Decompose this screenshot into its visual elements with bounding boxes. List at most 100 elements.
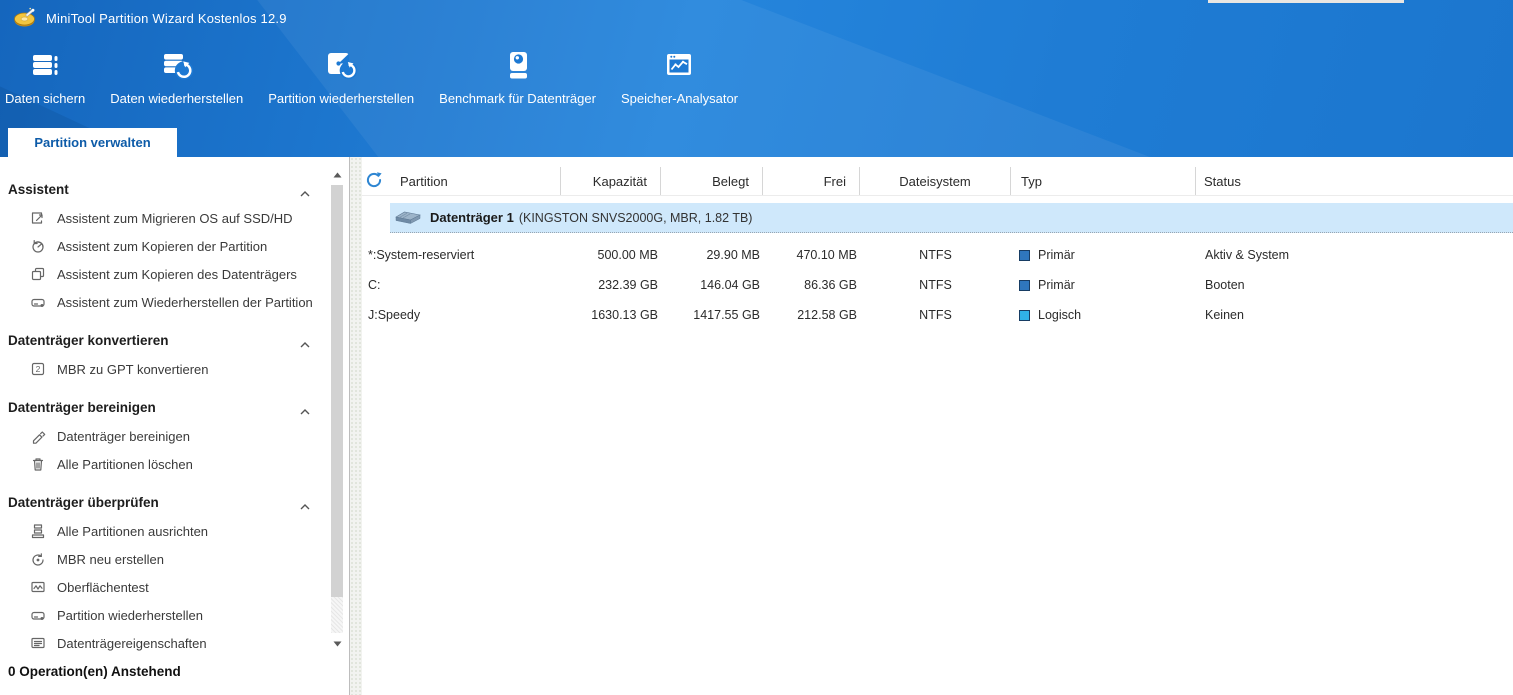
sidebar-section-items: Alle Partitionen ausrichten MBR neu erst… [0, 512, 324, 657]
cell-status: Aktiv & System [1205, 248, 1290, 262]
cell-used: 29.90 MB [706, 248, 760, 262]
partition-row-j-speedy[interactable]: J:Speedy 1630.13 GB 1417.55 GB 212.58 GB… [362, 300, 1513, 330]
disk-row-datentraeger-1[interactable]: Datenträger 1 (KINGSTON SNVS2000G, MBR, … [390, 203, 1513, 233]
sidebar-item-label: Datenträger bereinigen [57, 428, 190, 444]
tab-partition-verwalten[interactable]: Partition verwalten [8, 128, 177, 157]
cell-capacity: 232.39 GB [598, 278, 658, 292]
column-header-frei[interactable]: Frei [763, 167, 860, 195]
copy-disk-wizard-icon [30, 266, 46, 282]
scrollbar-up-arrow[interactable] [332, 170, 343, 180]
partition-type-label: Primär [1038, 278, 1075, 292]
sidebar-item-label: Assistent zum Kopieren der Partition [57, 238, 268, 254]
toolbar-button-disk-benchmark[interactable]: Benchmark für Datenträger [439, 36, 596, 106]
space-analyzer-icon [662, 47, 696, 84]
sidebar: Assistent Assistent zum Migrieren OS auf… [0, 157, 349, 695]
sidebar-item-partition-recovery[interactable]: Partition wiederherstellen [0, 601, 324, 629]
sidebar-item-partition-recovery-wizard[interactable]: Assistent zum Wiederherstellen der Parti… [0, 288, 324, 316]
sidebar-item-surface-test[interactable]: Oberflächentest [0, 573, 324, 601]
cell-filesystem: NTFS [919, 248, 952, 262]
sidebar-scroll-area: Assistent Assistent zum Migrieren OS auf… [0, 157, 324, 657]
sidebar-scrollbar [330, 157, 345, 657]
main-panel: Partition Kapazität Belegt Frei Dateisys… [362, 157, 1513, 695]
app-window: MiniTool Partition Wizard Kostenlos 12.9… [0, 0, 1513, 695]
minitool-logo-icon [13, 6, 37, 30]
sidebar-section-bereinigen: Datenträger bereinigen Datenträger berei… [0, 397, 324, 478]
restore-partition-icon [324, 47, 358, 84]
surface-test-icon [30, 579, 46, 595]
toolbar-button-space-analyzer[interactable]: Speicher-Analysator [621, 36, 738, 106]
scrollbar-thumb[interactable] [331, 185, 343, 597]
sidebar-section-header-ueberpruefen[interactable]: Datenträger überprüfen [0, 492, 324, 512]
sidebar-item-copy-disk-wizard[interactable]: Assistent zum Kopieren des Datenträgers [0, 260, 324, 288]
partition-recovery-wizard-icon [30, 294, 46, 310]
wipe-disk-icon [30, 428, 46, 444]
cell-capacity: 500.00 MB [597, 248, 658, 262]
column-header-belegt[interactable]: Belegt [661, 167, 763, 195]
partition-type-square [1019, 279, 1030, 291]
partition-row-system-reserviert[interactable]: *:System-reserviert 500.00 MB 29.90 MB 4… [362, 240, 1513, 270]
restore-data-icon [160, 47, 194, 84]
column-header-typ[interactable]: Typ [1011, 167, 1196, 195]
toolbar-button-label: Daten wiederherstellen [110, 91, 244, 106]
toolbar-button-restore-partition[interactable]: Partition wiederherstellen [268, 36, 414, 106]
window-title: MiniTool Partition Wizard Kostenlos 12.9 [46, 10, 287, 26]
partition-type-label: Primär [1038, 248, 1075, 262]
toolbar-button-backup-data[interactable]: Daten sichern [5, 36, 85, 106]
scrollbar-down-arrow[interactable] [332, 639, 343, 649]
sidebar-section-assistent: Assistent Assistent zum Migrieren OS auf… [0, 179, 324, 316]
cell-filesystem: NTFS [919, 278, 952, 292]
sidebar-item-align-partitions[interactable]: Alle Partitionen ausrichten [0, 517, 324, 545]
column-header-dateisystem[interactable]: Dateisystem [860, 167, 1011, 195]
sidebar-section-items: Assistent zum Migrieren OS auf SSD/HD As… [0, 199, 324, 316]
cell-type: Logisch [1011, 300, 1196, 330]
sidebar-section-items: Datenträger bereinigen Alle Partitionen … [0, 417, 324, 478]
cell-status: Booten [1205, 278, 1245, 292]
chevron-up-icon [300, 498, 310, 513]
sidebar-item-mbr-to-gpt[interactable]: 2 MBR zu GPT konvertieren [0, 355, 324, 383]
cell-free: 212.58 GB [797, 308, 857, 322]
partition-type-label: Logisch [1038, 308, 1082, 322]
sidebar-section-header-bereinigen[interactable]: Datenträger bereinigen [0, 397, 324, 417]
partition-recovery-icon [30, 607, 46, 623]
sidebar-item-label: Alle Partitionen löschen [57, 456, 193, 472]
chevron-up-icon [300, 336, 310, 351]
sidebar-section-header-konvertieren[interactable]: Datenträger konvertieren [0, 330, 324, 350]
section-title: Datenträger überprüfen [8, 494, 159, 510]
tab-label: Partition verwalten [34, 135, 151, 150]
sidebar-item-copy-partition-wizard[interactable]: Assistent zum Kopieren der Partition [0, 232, 324, 260]
sidebar-item-label: Alle Partitionen ausrichten [57, 523, 209, 539]
sidebar-item-label: Oberflächentest [57, 579, 149, 595]
partition-row-c[interactable]: C: 232.39 GB 146.04 GB 86.36 GB NTFS Pri… [362, 270, 1513, 300]
section-title: Datenträger bereinigen [8, 399, 156, 415]
cell-status: Keinen [1205, 308, 1244, 322]
sidebar-item-disk-properties[interactable]: Datenträgereigenschaften [0, 629, 324, 657]
sidebar-item-migrate-os[interactable]: Assistent zum Migrieren OS auf SSD/HD [0, 204, 324, 232]
section-title: Assistent [8, 181, 69, 197]
cell-partition: C: [368, 278, 381, 292]
sidebar-item-delete-all-partitions[interactable]: Alle Partitionen löschen [0, 450, 324, 478]
column-header-kapazitaet[interactable]: Kapazität [561, 167, 661, 195]
cell-free: 86.36 GB [804, 278, 857, 292]
partition-type-square [1019, 309, 1030, 321]
sidebar-item-label: Assistent zum Kopieren des Datenträgers [57, 266, 297, 282]
top-edge-strip [1208, 0, 1404, 3]
chevron-up-icon [300, 185, 310, 200]
sidebar-item-label: MBR neu erstellen [57, 551, 164, 567]
column-header-partition[interactable]: Partition [362, 167, 561, 195]
section-title: Datenträger konvertieren [8, 332, 169, 348]
sidebar-item-label: MBR zu GPT konvertieren [57, 361, 209, 377]
align-partitions-icon [30, 523, 46, 539]
sidebar-item-label: Assistent zum Wiederherstellen der Parti… [57, 294, 313, 310]
table-header-row: Partition Kapazität Belegt Frei Dateisys… [362, 167, 1513, 196]
sidebar-item-wipe-disk[interactable]: Datenträger bereinigen [0, 422, 324, 450]
disk-details: (KINGSTON SNVS2000G, MBR, 1.82 TB) [518, 210, 753, 225]
pane-splitter[interactable] [349, 157, 362, 695]
column-header-status[interactable]: Status [1196, 167, 1513, 195]
toolbar: Daten sichern Daten wiederherstellen Par… [0, 36, 1513, 128]
sidebar-item-rebuild-mbr[interactable]: MBR neu erstellen [0, 545, 324, 573]
toolbar-button-label: Benchmark für Datenträger [439, 91, 596, 106]
sidebar-section-header-assistent[interactable]: Assistent [0, 179, 324, 199]
cell-type: Primär [1011, 240, 1196, 270]
backup-data-icon [28, 47, 62, 84]
toolbar-button-restore-data[interactable]: Daten wiederherstellen [110, 36, 243, 106]
